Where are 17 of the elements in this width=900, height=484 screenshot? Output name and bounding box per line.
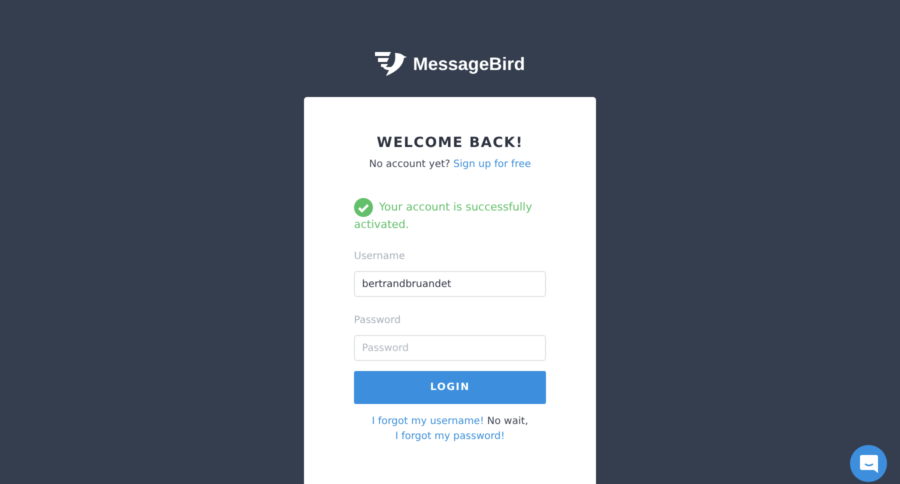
forgot-text: I forgot my username! No wait, I forgot my password!: [370, 415, 530, 444]
signup-link[interactable]: Sign up for free: [453, 159, 531, 170]
password-field[interactable]: Password: [354, 335, 546, 361]
check-icon: [354, 198, 373, 217]
signup-prompt: No account yet? Sign up for free: [368, 159, 532, 170]
logo-text: MessageBird: [412, 54, 526, 74]
chat-button[interactable]: [850, 445, 887, 482]
forgot-username-link[interactable]: I forgot my username!: [372, 416, 484, 427]
bird-logo-icon: [374, 51, 407, 77]
username-field[interactable]: bertrandbruandet: [354, 271, 546, 297]
field-label: Username: [354, 251, 406, 262]
forgot-password-link[interactable]: I forgot my password!: [395, 431, 505, 442]
success-message: Your account is successfully activated.: [354, 198, 546, 233]
login-button[interactable]: LOGIN: [354, 371, 546, 404]
field-label: Password: [354, 315, 402, 326]
welcome-title: WELCOME BACK!: [376, 135, 524, 151]
chat-icon: [858, 454, 878, 474]
